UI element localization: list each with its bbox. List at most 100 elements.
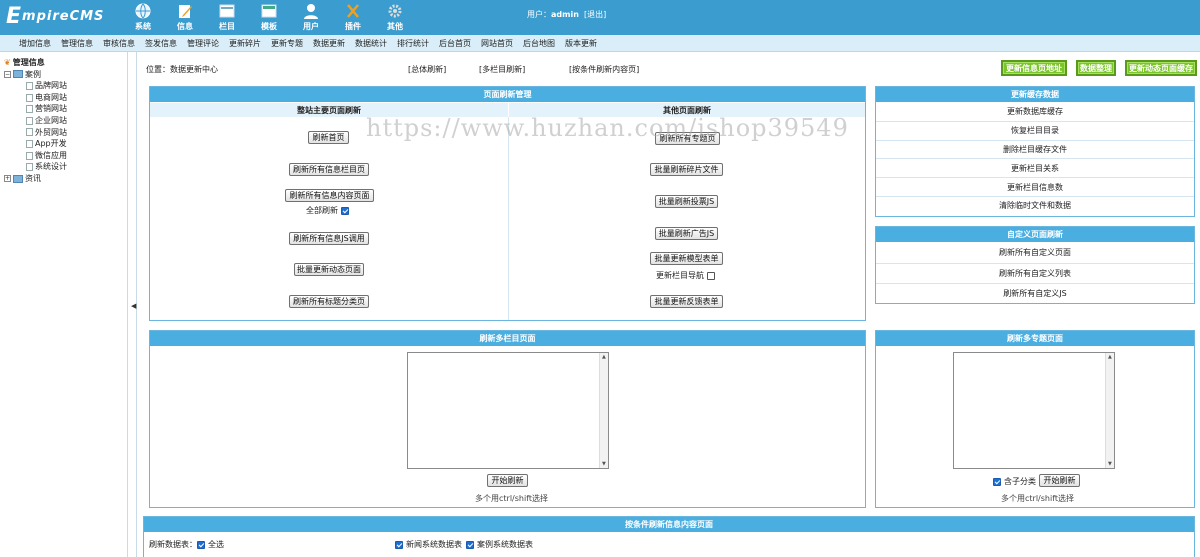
- cache-list: 更新数据库缓存 恢复栏目目录 删除栏目缓存文件 更新栏目关系 更新栏目信息数 清…: [876, 102, 1194, 215]
- menu-item[interactable]: 签发信息: [145, 38, 177, 49]
- refresh-all-topics-button[interactable]: 刷新所有专题页: [655, 132, 720, 145]
- table-news-row[interactable]: 新闻系统数据表: [395, 539, 462, 550]
- refresh-custom-pages-link[interactable]: 刷新所有自定义页面: [876, 242, 1194, 263]
- batch-refresh-vote-js-button[interactable]: 批量刷新投票JS: [655, 195, 718, 208]
- sidebar-splitter[interactable]: ◀: [129, 52, 137, 557]
- refresh-all-column-pages-button[interactable]: 刷新所有信息栏目页: [289, 163, 369, 176]
- update-nav-checkbox-row[interactable]: 更新栏目导航: [656, 270, 715, 281]
- topic-select-list[interactable]: ▲ ▼: [953, 352, 1115, 469]
- update-info-url-button[interactable]: 更新信息页地址: [1001, 60, 1067, 76]
- tree-folder-news[interactable]: + 资讯: [4, 173, 127, 185]
- update-column-count-link[interactable]: 更新栏目信息数: [876, 177, 1194, 196]
- refresh-all-js-button[interactable]: 刷新所有信息JS调用: [289, 232, 369, 245]
- update-nav-checkbox[interactable]: [707, 271, 715, 280]
- top-nav-info[interactable]: 信息: [164, 0, 206, 35]
- batch-update-dynamic-button[interactable]: 批量更新动态页面: [294, 263, 364, 276]
- clear-temp-files-link[interactable]: 清除临时文件和数据: [876, 195, 1194, 215]
- batch-update-model-forms-button[interactable]: 批量更新模型表单: [650, 252, 723, 265]
- menu-item[interactable]: 数据统计: [355, 38, 387, 49]
- logo: EmpireCMS: [6, 4, 105, 29]
- refresh-home-button[interactable]: 刷新首页: [308, 131, 349, 144]
- panel-title: 页面刷新管理: [150, 87, 865, 102]
- batch-refresh-ad-js-button[interactable]: 批量刷新广告JS: [655, 227, 718, 240]
- column-select-list[interactable]: ▲ ▼: [407, 352, 609, 469]
- table-case-row[interactable]: 案例系统数据表: [466, 539, 533, 550]
- collapse-icon[interactable]: −: [4, 70, 11, 78]
- case-table-checkbox[interactable]: [466, 540, 474, 549]
- tree-item[interactable]: 企业网站: [4, 115, 127, 127]
- refresh-custom-js-link[interactable]: 刷新所有自定义JS: [876, 283, 1194, 304]
- update-db-cache-link[interactable]: 更新数据库缓存: [876, 102, 1194, 121]
- link-overall-refresh[interactable]: [总体刷新]: [408, 64, 446, 75]
- document-icon: [26, 128, 33, 137]
- scrollbar[interactable]: ▲ ▼: [599, 353, 608, 468]
- panel-title: 刷新多专题页面: [876, 331, 1194, 346]
- menu-item[interactable]: 管理信息: [61, 38, 93, 49]
- menu-item[interactable]: 更新专题: [271, 38, 303, 49]
- batch-refresh-fragments-button[interactable]: 批量刷新碎片文件: [650, 163, 723, 176]
- menu-item[interactable]: 增加信息: [19, 38, 51, 49]
- include-sub-checkbox-row[interactable]: 含子分类: [993, 476, 1036, 487]
- restore-column-dir-link[interactable]: 恢复栏目目录: [876, 120, 1194, 140]
- refresh-all-content-pages-button[interactable]: 刷新所有信息内容页面: [285, 189, 374, 202]
- full-refresh-checkbox-row[interactable]: 全部刷新: [306, 205, 349, 216]
- tree-item[interactable]: 外贸网站: [4, 127, 127, 139]
- collapse-left-icon[interactable]: ◀: [131, 302, 136, 310]
- condition-refresh-panel: 按条件刷新信息内容页面 刷新数据表： 全选 新闻系统数据表 案例系统数据表: [143, 516, 1195, 557]
- top-nav-other[interactable]: 其他: [374, 0, 416, 35]
- select-all-checkbox[interactable]: [197, 540, 205, 549]
- user-icon: [302, 2, 320, 20]
- top-nav-template[interactable]: 模板: [248, 0, 290, 35]
- tree-folder-case[interactable]: − 案例: [4, 69, 127, 81]
- document-icon: [26, 116, 33, 125]
- menu-item[interactable]: 排行统计: [397, 38, 429, 49]
- full-refresh-checkbox[interactable]: [341, 206, 349, 215]
- link-condition-refresh[interactable]: [按条件刷新内容页]: [569, 64, 639, 75]
- start-refresh-button[interactable]: 开始刷新: [1039, 474, 1080, 487]
- menu-item[interactable]: 网站首页: [481, 38, 513, 49]
- menu-item[interactable]: 更新碎片: [229, 38, 261, 49]
- top-nav-plugin[interactable]: 插件: [332, 0, 374, 35]
- tree-item[interactable]: 营销网站: [4, 103, 127, 115]
- globe-icon: [134, 2, 152, 20]
- data-cleanup-button[interactable]: 数据整理: [1076, 60, 1116, 76]
- tree-item[interactable]: 系统设计: [4, 161, 127, 173]
- batch-update-feedback-forms-button[interactable]: 批量更新反馈表单: [650, 295, 723, 308]
- top-nav-column[interactable]: 栏目: [206, 0, 248, 35]
- custom-list: 刷新所有自定义页面 刷新所有自定义列表 刷新所有自定义JS: [876, 242, 1194, 304]
- menu-item[interactable]: 管理评论: [187, 38, 219, 49]
- tree-item[interactable]: 电商网站: [4, 92, 127, 104]
- panel-title: 自定义页面刷新: [876, 227, 1194, 242]
- update-dynamic-cache-button[interactable]: 更新动态页面缓存: [1125, 60, 1197, 76]
- menu-item[interactable]: 审核信息: [103, 38, 135, 49]
- template-icon: [260, 2, 278, 20]
- delete-column-cache-link[interactable]: 删除栏目缓存文件: [876, 139, 1194, 159]
- plugin-icon: [344, 2, 362, 20]
- data-table-row: 刷新数据表： 全选: [149, 540, 224, 549]
- menu-item[interactable]: 版本更新: [565, 38, 597, 49]
- news-table-checkbox[interactable]: [395, 540, 403, 549]
- tree-item[interactable]: 微信应用: [4, 150, 127, 162]
- expand-icon[interactable]: +: [4, 175, 11, 183]
- top-nav: 系统 信息 栏目 模板 用户 插件 其他: [122, 0, 416, 35]
- cache-panel: 更新缓存数据 更新数据库缓存 恢复栏目目录 删除栏目缓存文件 更新栏目关系 更新…: [875, 86, 1195, 217]
- update-column-relation-link[interactable]: 更新栏目关系: [876, 158, 1194, 177]
- refresh-custom-lists-link[interactable]: 刷新所有自定义列表: [876, 262, 1194, 284]
- start-refresh-button[interactable]: 开始刷新: [487, 474, 528, 487]
- link-multi-column-refresh[interactable]: [多栏目刷新]: [479, 64, 525, 75]
- sidebar-tree: ❦ 管理信息 − 案例 品牌网站 电商网站 营销网站 企业网站 外贸网站 App开发…: [0, 52, 128, 557]
- include-sub-checkbox[interactable]: [993, 477, 1001, 486]
- logout-link[interactable]: [退出]: [584, 10, 606, 19]
- document-icon: [26, 105, 33, 114]
- menu-item[interactable]: 后台地图: [523, 38, 555, 49]
- top-nav-user[interactable]: 用户: [290, 0, 332, 35]
- tree-item[interactable]: App开发: [4, 138, 127, 150]
- top-nav-system[interactable]: 系统: [122, 0, 164, 35]
- tree-item[interactable]: 品牌网站: [4, 80, 127, 92]
- tree-root[interactable]: ❦ 管理信息: [4, 57, 127, 69]
- refresh-title-category-button[interactable]: 刷新所有标题分类页: [289, 295, 369, 308]
- section-title: 整站主要页面刷新: [150, 103, 508, 117]
- menu-item[interactable]: 后台首页: [439, 38, 471, 49]
- menu-item[interactable]: 数据更新: [313, 38, 345, 49]
- scrollbar[interactable]: ▲ ▼: [1105, 353, 1114, 468]
